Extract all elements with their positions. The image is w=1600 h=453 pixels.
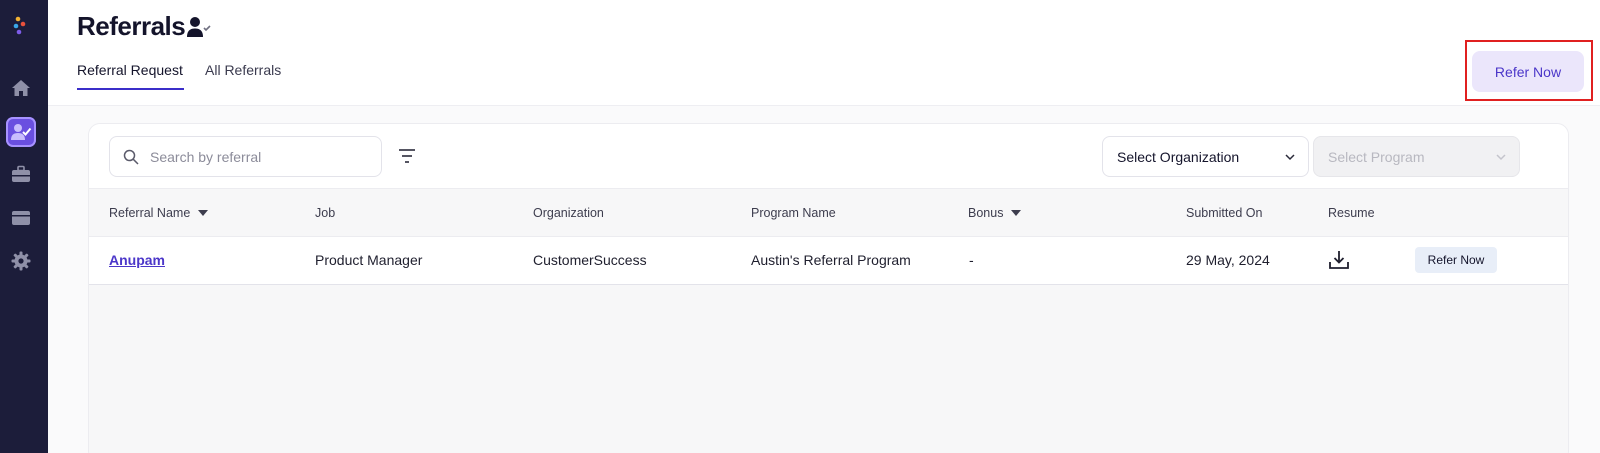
program-select[interactable]: Select Program bbox=[1313, 136, 1520, 177]
row-refer-now-button[interactable]: Refer Now bbox=[1415, 247, 1497, 273]
chevron-down-icon bbox=[1496, 154, 1506, 161]
home-icon bbox=[12, 80, 30, 96]
sidebar-item-settings[interactable] bbox=[6, 246, 36, 276]
table-header: Referral Name Job Organization Program N… bbox=[89, 189, 1568, 237]
search-box[interactable] bbox=[109, 136, 382, 177]
column-header-organization: Organization bbox=[533, 206, 604, 220]
filter-icon[interactable] bbox=[397, 146, 417, 166]
page-header: Referrals Referral Request All Referrals… bbox=[48, 0, 1600, 106]
settings-icon bbox=[11, 251, 31, 271]
column-label: Job bbox=[315, 206, 336, 220]
search-input[interactable] bbox=[150, 147, 370, 167]
column-label: Resume bbox=[1328, 206, 1375, 220]
active-tab-indicator bbox=[77, 88, 184, 90]
sidebar-item-referrals[interactable] bbox=[6, 117, 36, 147]
submitted-on-cell: 29 May, 2024 bbox=[1186, 252, 1270, 268]
sort-caret-icon bbox=[198, 210, 209, 216]
column-header-submitted-on: Submitted On bbox=[1186, 206, 1262, 220]
download-icon[interactable] bbox=[1328, 249, 1350, 271]
table-row: Anupam Product Manager CustomerSuccess A… bbox=[89, 237, 1568, 285]
sidebar-item-home[interactable] bbox=[6, 73, 36, 103]
referral-name-link[interactable]: Anupam bbox=[109, 252, 165, 268]
main-area: Referrals Referral Request All Referrals… bbox=[48, 0, 1600, 453]
sidebar-item-jobs[interactable] bbox=[6, 159, 36, 189]
column-header-resume: Resume bbox=[1328, 206, 1375, 220]
column-label: Program Name bbox=[751, 206, 836, 220]
wallet-icon bbox=[12, 211, 30, 225]
chevron-down-icon bbox=[1285, 154, 1295, 161]
column-header-referral-name[interactable]: Referral Name bbox=[109, 206, 209, 220]
content-area: Select Organization Select Program Refer… bbox=[48, 106, 1600, 453]
job-cell: Product Manager bbox=[315, 252, 423, 268]
sort-caret-icon bbox=[1011, 210, 1022, 216]
column-label: Submitted On bbox=[1186, 206, 1263, 220]
briefcase-icon bbox=[12, 165, 30, 182]
program-name-cell: Austin's Referral Program bbox=[751, 252, 911, 268]
program-select-label: Select Program bbox=[1328, 148, 1425, 165]
organization-cell: CustomerSuccess bbox=[533, 252, 647, 268]
sidebar bbox=[0, 0, 48, 453]
column-header-program-name: Program Name bbox=[751, 206, 836, 220]
organization-select-label: Select Organization bbox=[1117, 148, 1240, 165]
column-label: Organization bbox=[533, 206, 604, 220]
referrals-icon bbox=[11, 124, 32, 140]
column-label: Bonus bbox=[968, 206, 1004, 220]
tab-referral-request[interactable]: Referral Request bbox=[77, 62, 183, 78]
sidebar-item-wallet[interactable] bbox=[6, 203, 36, 233]
referrals-card: Select Organization Select Program Refer… bbox=[88, 123, 1569, 453]
tab-all-referrals[interactable]: All Referrals bbox=[205, 62, 281, 78]
organization-select[interactable]: Select Organization bbox=[1102, 136, 1309, 177]
app-logo[interactable] bbox=[10, 15, 30, 37]
table-toolbar: Select Organization Select Program bbox=[89, 124, 1568, 189]
bonus-cell: - bbox=[969, 252, 974, 268]
page-title: Referrals bbox=[77, 11, 186, 41]
column-label: Referral Name bbox=[109, 206, 191, 220]
refer-now-button[interactable]: Refer Now bbox=[1472, 51, 1584, 92]
column-header-job: Job bbox=[315, 206, 335, 220]
user-check-icon bbox=[187, 17, 211, 37]
column-header-bonus[interactable]: Bonus bbox=[968, 206, 1022, 220]
search-icon bbox=[123, 149, 139, 165]
